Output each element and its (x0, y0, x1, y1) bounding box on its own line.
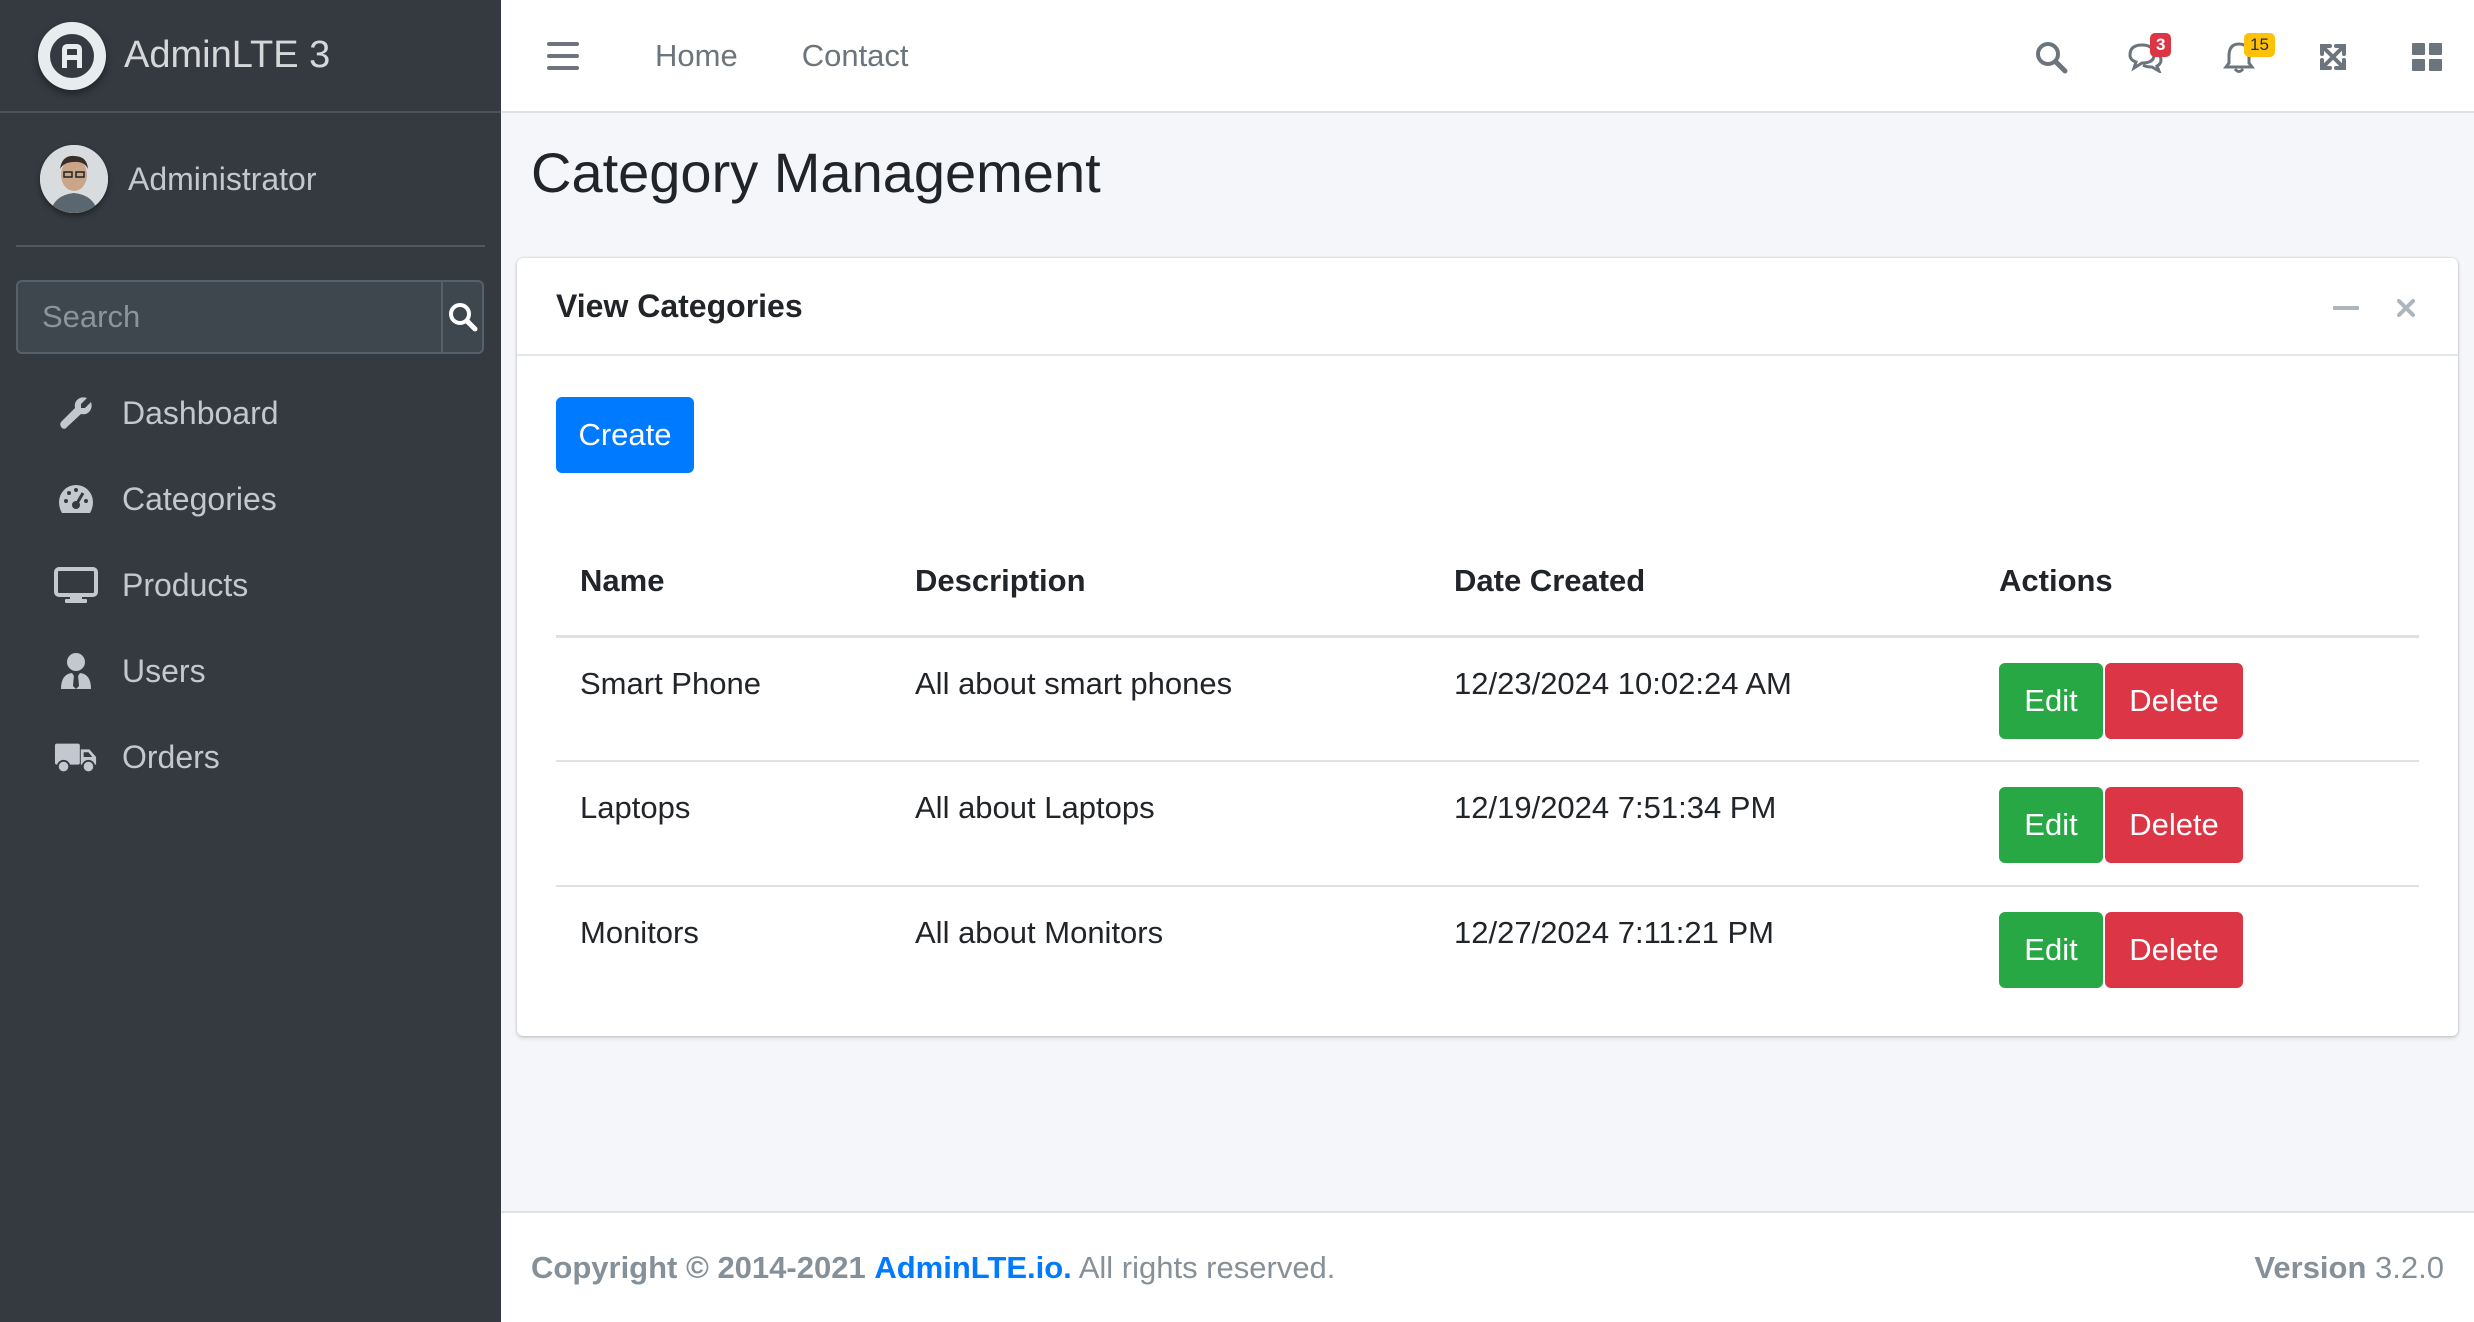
category-description: All about Monitors (915, 915, 1164, 950)
sidebar-nav: Dashboard Categories Products Users Orde… (16, 370, 484, 800)
category-date-created: 12/19/2024 7:51:34 PM (1430, 761, 1975, 887)
expand-arrows-icon (2320, 43, 2346, 70)
messages-badge: 3 (2150, 33, 2172, 57)
create-button[interactable]: Create (556, 397, 694, 473)
row-actions: Edit Delete (1975, 886, 2419, 1011)
sidebar-item-orders[interactable]: Orders (16, 714, 484, 800)
navbar-right-icons: 3 15 (2004, 0, 2474, 113)
column-header-actions: Actions (1975, 528, 2419, 638)
user-avatar (40, 145, 108, 213)
card-tools (2316, 288, 2436, 328)
sidebar-item-products[interactable]: Products (16, 542, 484, 628)
menu-toggle-icon[interactable] (547, 41, 579, 70)
copyright-text: Copyright © 2014-2021 (531, 1249, 866, 1285)
adminlte-logo-icon (38, 21, 106, 90)
row-actions: Edit Delete (1975, 761, 2419, 887)
search-icon (2036, 41, 2068, 73)
navbar-search-button[interactable] (2004, 0, 2098, 113)
wrench-icon (54, 391, 98, 435)
category-name: Monitors (580, 915, 699, 950)
sidebar-search-input[interactable] (16, 280, 441, 354)
sidebar-item-label: Orders (122, 738, 220, 775)
notifications-dropdown[interactable]: 15 (2192, 0, 2286, 113)
truck-icon (54, 735, 98, 779)
categories-table: Name Description Date Created Actions Sm… (556, 528, 2419, 1011)
top-navbar: Home Contact 3 15 (501, 0, 2474, 113)
user-panel[interactable]: Administrator (16, 113, 485, 247)
main-footer: Copyright © 2014-2021 AdminLTE.io. All r… (501, 1211, 2474, 1322)
footer-copyright: Copyright © 2014-2021 AdminLTE.io. All r… (531, 1250, 1335, 1286)
desktop-icon (54, 563, 98, 607)
edit-button[interactable]: Edit (1999, 787, 2103, 863)
table-header-row: Name Description Date Created Actions (556, 528, 2419, 638)
category-name: Smart Phone (556, 636, 891, 762)
categories-card: View Categories Create Name Description … (517, 258, 2458, 1036)
main-sidebar: AdminLTE 3 Administrator Search Dashboar… (0, 0, 501, 1322)
sidebar-item-label: Dashboard (122, 394, 279, 431)
search-icon (448, 303, 477, 332)
nav-link-contact[interactable]: Contact (802, 38, 909, 74)
table-row: Monitors All about Monitors 12/27/2024 7… (556, 886, 2419, 1011)
notifications-badge: 15 (2244, 33, 2275, 57)
sidebar-search-button[interactable] (441, 280, 484, 354)
fullscreen-button[interactable] (2286, 0, 2380, 113)
messages-dropdown[interactable]: 3 (2098, 0, 2192, 113)
card-title: View Categories (556, 287, 803, 324)
th-large-icon (2412, 42, 2442, 71)
sidebar-item-users[interactable]: Users (16, 628, 484, 714)
sidebar-item-dashboard[interactable]: Dashboard (16, 370, 484, 456)
category-name: Laptops (556, 761, 891, 887)
card-header: View Categories (517, 258, 2458, 356)
edit-button[interactable]: Edit (1999, 912, 2103, 988)
category-description: All about Laptops (891, 761, 1430, 887)
category-date-created: 12/27/2024 7:11:21 PM (1454, 915, 1775, 950)
user-tie-icon (54, 649, 98, 693)
sidebar-item-label: Categories (122, 480, 277, 517)
sidebar-item-label: Products (122, 566, 249, 603)
rights-text: All rights reserved. (1078, 1249, 1336, 1285)
table-row: Smart Phone All about smart phones 12/23… (556, 636, 2419, 762)
footer-version: Version 3.2.0 (2254, 1250, 2444, 1286)
row-actions: Edit Delete (1975, 636, 2419, 762)
page-title: Category Management (531, 141, 1101, 204)
table-row: Laptops All about Laptops 12/19/2024 7:5… (556, 761, 2419, 887)
collapse-card-button[interactable] (2316, 288, 2376, 328)
delete-button[interactable]: Delete (2105, 787, 2243, 863)
column-header-date-created[interactable]: Date Created (1430, 528, 1975, 638)
sidebar-item-label: Users (122, 652, 206, 689)
column-header-description[interactable]: Description (891, 528, 1430, 638)
column-header-name[interactable]: Name (556, 528, 891, 638)
close-icon (2397, 299, 2415, 317)
edit-button[interactable]: Edit (1999, 662, 2103, 739)
sidebar-item-categories[interactable]: Categories (16, 456, 484, 542)
version-label: Version (2254, 1249, 2367, 1285)
sidebar-search (16, 280, 484, 354)
version-number: 3.2.0 (2375, 1249, 2444, 1285)
nav-link-home[interactable]: Home (655, 38, 738, 74)
brand-text: AdminLTE 3 (124, 34, 331, 76)
tachometer-icon (54, 477, 98, 521)
delete-button[interactable]: Delete (2105, 912, 2243, 988)
brand-link[interactable]: AdminLTE 3 (0, 0, 501, 113)
remove-card-button[interactable] (2376, 288, 2436, 328)
category-date-created: 12/23/2024 10:02:24 AM (1430, 636, 1975, 762)
delete-button[interactable]: Delete (2105, 662, 2243, 739)
control-sidebar-button[interactable] (2380, 0, 2474, 113)
category-description: All about smart phones (891, 636, 1430, 762)
adminlte-link[interactable]: AdminLTE.io. (874, 1250, 1071, 1285)
user-name[interactable]: Administrator (128, 161, 317, 198)
minus-icon (2333, 306, 2359, 310)
